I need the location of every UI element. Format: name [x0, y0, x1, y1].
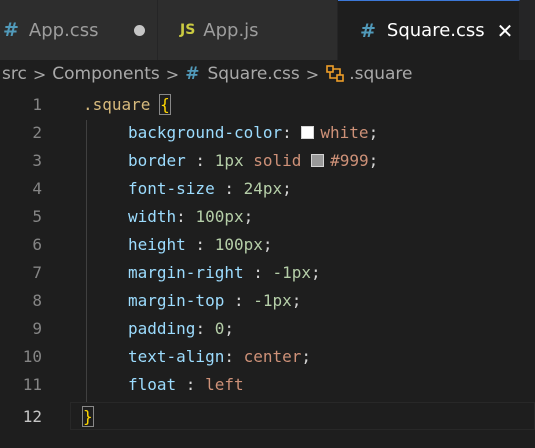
punctuation: :: [195, 318, 215, 338]
unsaved-dot-icon[interactable]: [134, 24, 146, 36]
code-line[interactable]: 12 }: [0, 402, 535, 430]
css-property: float: [128, 374, 177, 394]
code-line[interactable]: 5 width: 100px;: [0, 202, 535, 230]
line-number: 3: [32, 150, 42, 170]
code-line[interactable]: 4 font-size : 24px;: [0, 174, 535, 202]
line-number: 11: [22, 374, 42, 394]
open-brace: {: [159, 93, 171, 115]
css-number: 100px: [195, 206, 244, 226]
symbol-class-icon: [325, 64, 347, 84]
css-value: left: [205, 374, 244, 394]
css-property: width: [128, 206, 177, 226]
punctuation: :: [214, 178, 244, 198]
semicolon: ;: [262, 234, 273, 254]
punctuation: :: [185, 234, 215, 254]
chevron-right-icon: >: [305, 64, 320, 84]
css-selector: .square: [83, 94, 151, 114]
code-line[interactable]: 8 margin-top : -1px;: [0, 286, 535, 314]
code-line[interactable]: 3 border : 1px solid #999;: [0, 146, 535, 174]
code-line[interactable]: 1 .square {: [0, 90, 535, 118]
tab-square-css[interactable]: # Square.css ✕: [338, 0, 520, 60]
css-file-icon: #: [185, 64, 200, 84]
code-editor[interactable]: 1 .square { 2 background-color: white; 3…: [0, 90, 535, 448]
tab-label: App.css: [28, 19, 99, 41]
line-number: 7: [32, 262, 42, 282]
line-number: 4: [32, 178, 42, 198]
line-number: 5: [32, 206, 42, 226]
chevron-right-icon: >: [165, 64, 180, 84]
css-number: 100px: [214, 234, 263, 254]
semicolon: ;: [291, 290, 302, 310]
line-number: 12: [22, 406, 42, 426]
breadcrumb-item-src[interactable]: src: [2, 64, 27, 84]
tab-label: App.js: [203, 19, 259, 41]
line-number: 9: [32, 318, 42, 338]
punctuation: :: [282, 122, 302, 142]
code-line[interactable]: 10 text-align: center;: [0, 342, 535, 370]
punctuation: :: [224, 290, 254, 310]
css-property: font-size: [128, 178, 215, 198]
tab-label: Square.css: [386, 20, 485, 41]
semicolon: ;: [368, 150, 379, 170]
breadcrumb-item-file[interactable]: Square.css: [207, 64, 299, 84]
css-property: margin-right: [128, 262, 244, 282]
tab-app-css[interactable]: # App.css: [0, 0, 158, 60]
breadcrumb-item-components[interactable]: Components: [52, 64, 160, 84]
css-file-icon: #: [360, 19, 376, 42]
css-number: 0: [214, 318, 225, 338]
punctuation: :: [243, 262, 273, 282]
semicolon: ;: [282, 178, 292, 198]
code-line[interactable]: 11 float : left: [0, 370, 535, 398]
tab-bar: # App.css JS App.js # Square.css ✕: [0, 0, 535, 61]
css-value: center: [243, 346, 302, 366]
css-property: height: [128, 234, 186, 254]
code-line[interactable]: 2 background-color: white;: [0, 118, 535, 146]
close-brace: }: [82, 405, 94, 427]
chevron-right-icon: >: [32, 64, 47, 84]
css-number: -1px: [253, 290, 292, 310]
breadcrumb: src > Components > # Square.css > .squar…: [0, 60, 535, 88]
css-value: white: [320, 122, 369, 142]
css-property: text-align: [128, 346, 225, 366]
css-value: #999: [330, 150, 369, 170]
css-number: 24px: [243, 178, 283, 198]
semicolon: ;: [368, 122, 379, 142]
line-number: 10: [22, 346, 42, 366]
semicolon: ;: [243, 206, 254, 226]
breadcrumb-item-symbol[interactable]: .square: [349, 64, 412, 84]
semicolon: ;: [224, 318, 234, 338]
punctuation: :: [185, 150, 215, 170]
css-property: margin-top: [128, 290, 225, 310]
css-value: solid: [253, 150, 302, 170]
line-number: 6: [32, 234, 42, 254]
css-number: 1px: [214, 150, 244, 170]
code-line[interactable]: 6 height : 100px;: [0, 230, 535, 258]
tab-app-js[interactable]: JS App.js: [158, 0, 338, 60]
css-property: padding: [128, 318, 196, 338]
css-property: border: [128, 150, 186, 170]
css-file-icon: #: [3, 19, 19, 41]
punctuation: :: [224, 346, 244, 366]
line-number: 1: [32, 94, 42, 114]
line-number: 8: [32, 290, 42, 310]
line-number: 2: [32, 122, 42, 142]
punctuation: :: [176, 206, 196, 226]
semicolon: ;: [311, 262, 321, 282]
color-swatch-999[interactable]: [311, 153, 325, 167]
color-swatch-white[interactable]: [301, 125, 315, 139]
code-line[interactable]: 9 padding: 0;: [0, 314, 535, 342]
close-icon[interactable]: ✕: [497, 19, 514, 43]
css-property: background-color: [128, 122, 283, 142]
code-line[interactable]: 7 margin-right : -1px;: [0, 258, 535, 286]
css-number: -1px: [272, 262, 312, 282]
semicolon: ;: [301, 346, 312, 366]
punctuation: :: [176, 374, 206, 394]
js-file-icon: JS: [180, 22, 196, 38]
